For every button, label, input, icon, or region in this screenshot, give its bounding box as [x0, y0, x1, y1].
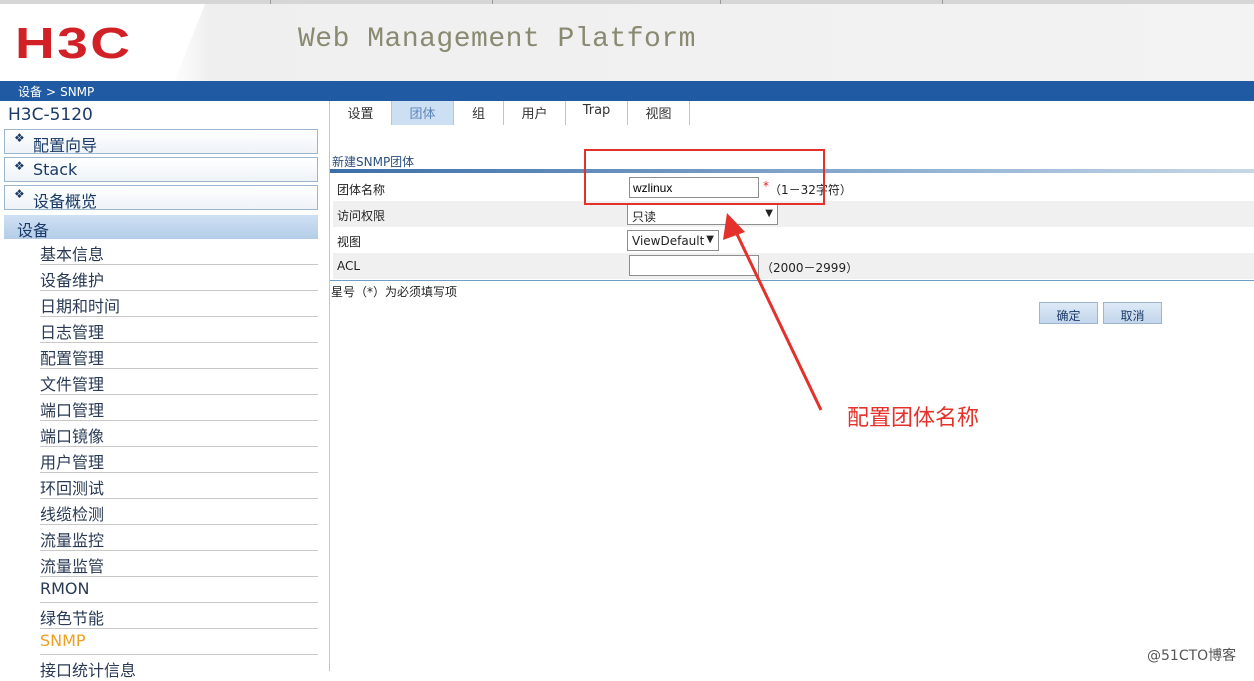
annotation-arrow-icon [723, 213, 823, 411]
watermark: @51CTO博客 [1147, 648, 1237, 664]
annotation-text: 配置团体名称 [847, 406, 980, 431]
